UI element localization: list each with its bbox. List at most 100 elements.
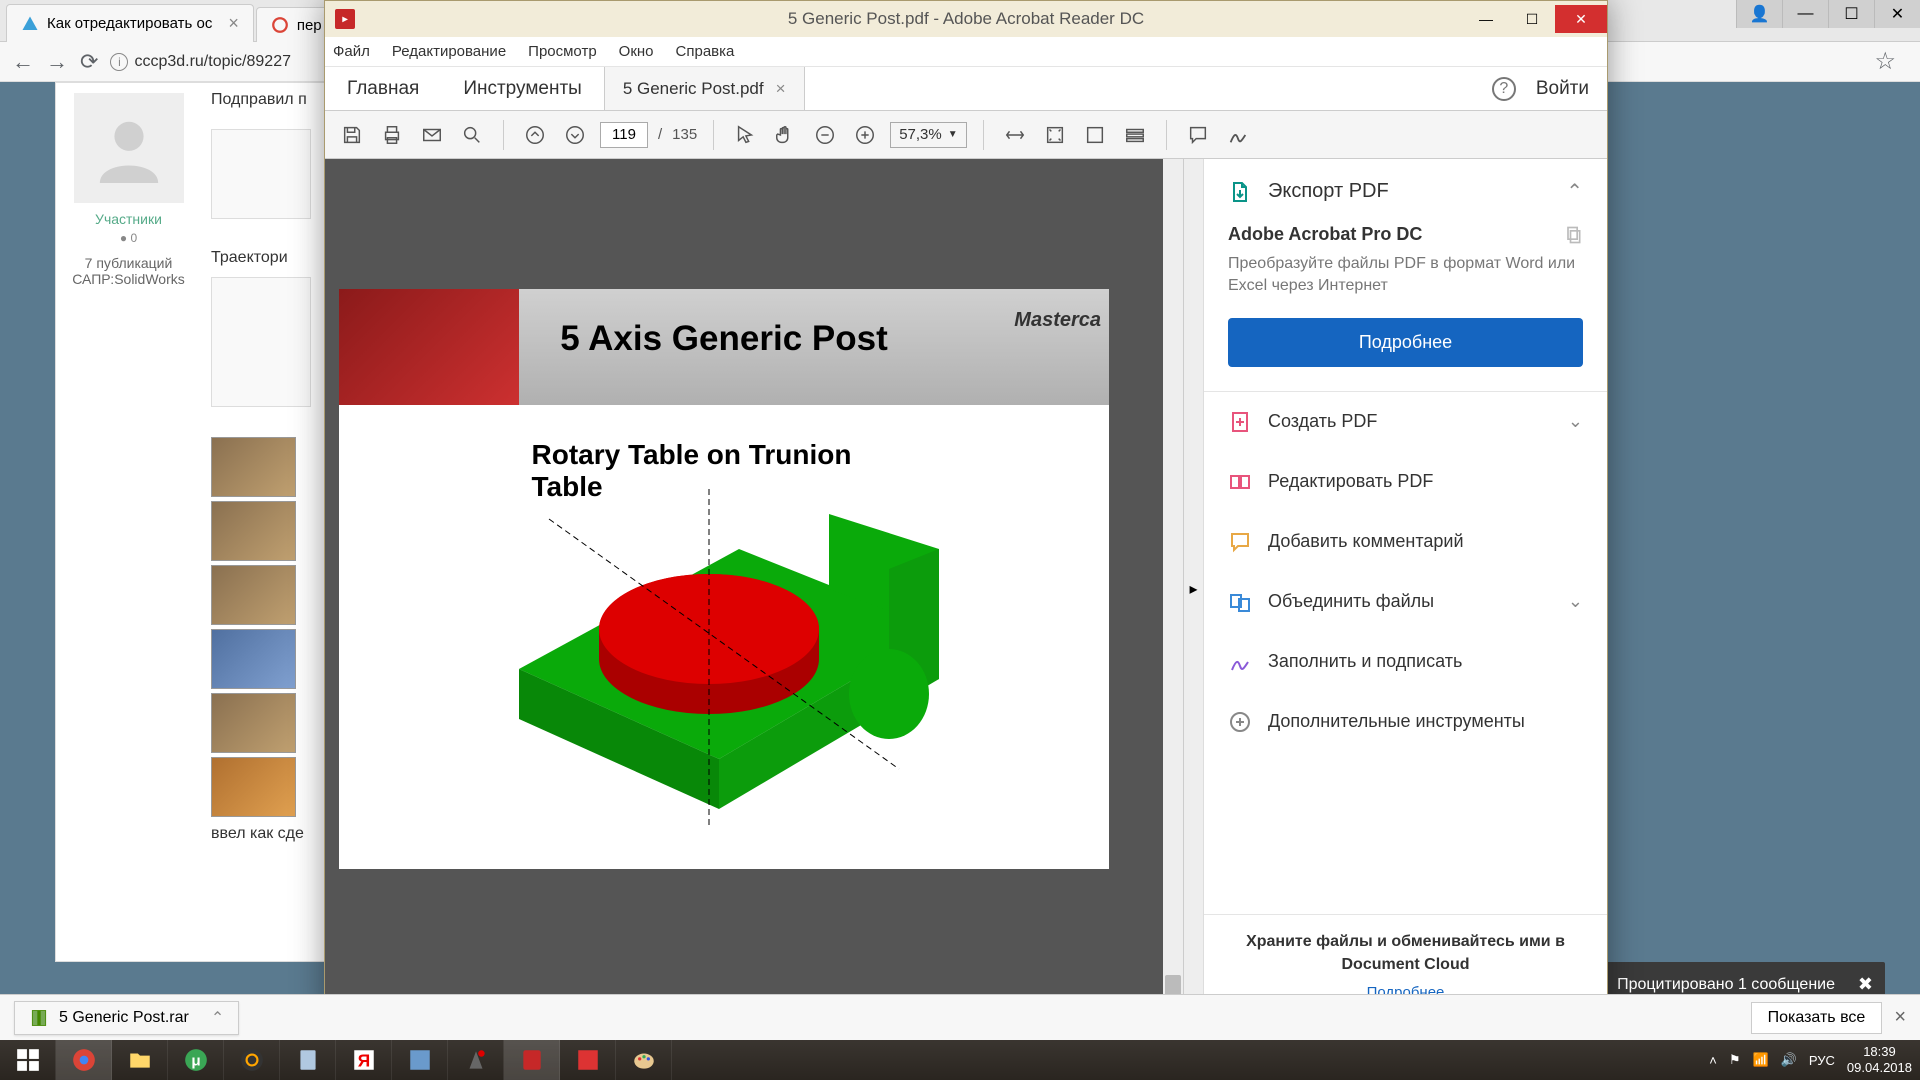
menu-view[interactable]: Просмотр: [528, 43, 597, 60]
page-number-input[interactable]: [600, 122, 648, 148]
email-icon[interactable]: [417, 120, 447, 150]
search-icon[interactable]: [457, 120, 487, 150]
tray-network-icon[interactable]: 📶: [1753, 1052, 1769, 1068]
list-item[interactable]: [211, 565, 296, 625]
hand-tool-icon[interactable]: [770, 120, 800, 150]
read-mode-icon[interactable]: [1120, 120, 1150, 150]
maximize-icon[interactable]: ☐: [1509, 5, 1555, 33]
sign-in-link[interactable]: Войти: [1536, 78, 1589, 100]
taskbar-explorer[interactable]: [112, 1040, 168, 1080]
minimize-icon[interactable]: —: [1782, 0, 1828, 28]
tray-volume-icon[interactable]: 🔊: [1781, 1052, 1797, 1068]
bookmark-star-icon[interactable]: ☆: [1874, 47, 1896, 76]
tool-fill-sign[interactable]: Заполнить и подписать: [1204, 632, 1607, 692]
show-all-downloads-button[interactable]: Показать все: [1751, 1002, 1883, 1034]
taskbar-calculator[interactable]: [280, 1040, 336, 1080]
help-icon[interactable]: ?: [1492, 77, 1516, 101]
tool-edit-pdf[interactable]: Редактировать PDF: [1204, 452, 1607, 512]
menu-window[interactable]: Окно: [619, 43, 654, 60]
tab-home[interactable]: Главная: [325, 67, 441, 110]
tray-lang[interactable]: РУС: [1809, 1053, 1835, 1068]
minimize-icon[interactable]: —: [1463, 5, 1509, 33]
list-item[interactable]: [211, 693, 296, 753]
tray-date: 09.04.2018: [1847, 1060, 1912, 1076]
sign-icon[interactable]: [1223, 120, 1253, 150]
window-title: 5 Generic Post.pdf - Adobe Acrobat Reade…: [788, 9, 1144, 29]
browser-tab-forum[interactable]: Как отредактировать ос ×: [6, 4, 254, 42]
close-icon[interactable]: ✕: [1555, 5, 1607, 33]
list-item[interactable]: [211, 629, 296, 689]
tool-label: Объединить файлы: [1268, 591, 1434, 612]
page-up-icon[interactable]: [520, 120, 550, 150]
close-icon[interactable]: ×: [1894, 1006, 1906, 1029]
tool-more[interactable]: Дополнительные инструменты: [1204, 692, 1607, 752]
taskbar-mastercam[interactable]: [448, 1040, 504, 1080]
start-button[interactable]: [0, 1040, 56, 1080]
acrobat-titlebar[interactable]: ▸ 5 Generic Post.pdf - Adobe Acrobat Rea…: [325, 1, 1607, 37]
print-icon[interactable]: [377, 120, 407, 150]
acrobat-tabbar: Главная Инструменты 5 Generic Post.pdf ×…: [325, 67, 1607, 111]
page-header-banner: 5 Axis Generic Post Masterca: [339, 289, 1109, 405]
fit-width-icon[interactable]: [1000, 120, 1030, 150]
pane-collapse-handle[interactable]: ▸: [1183, 159, 1203, 1019]
tray-clock[interactable]: 18:39 09.04.2018: [1847, 1044, 1912, 1075]
comment-icon[interactable]: [1183, 120, 1213, 150]
taskbar-paint[interactable]: [616, 1040, 672, 1080]
tool-create-pdf[interactable]: Создать PDF ⌄: [1204, 392, 1607, 452]
export-pdf-section[interactable]: Экспорт PDF ⌃: [1204, 159, 1607, 224]
tools-right-pane: Экспорт PDF ⌃ Adobe Acrobat Pro DC Преоб…: [1203, 159, 1607, 1017]
tray-chevron-icon[interactable]: ˄: [1709, 1053, 1717, 1068]
user-icon[interactable]: 👤: [1736, 0, 1782, 28]
taskbar-chrome[interactable]: [56, 1040, 112, 1080]
forward-icon[interactable]: →: [46, 49, 68, 75]
acrobat-toolbar: / 135 57,3% ▼: [325, 111, 1607, 159]
page-title: 5 Axis Generic Post: [560, 319, 887, 359]
close-icon[interactable]: ✕: [1874, 0, 1920, 28]
system-tray: ˄ ⚑ 📶 🔊 РУС 18:39 09.04.2018: [1701, 1044, 1920, 1075]
taskbar-app-blue[interactable]: [392, 1040, 448, 1080]
tool-label: Дополнительные инструменты: [1268, 711, 1525, 732]
fullscreen-icon[interactable]: [1080, 120, 1110, 150]
tray-flag-icon[interactable]: ⚑: [1729, 1052, 1741, 1068]
tool-comment[interactable]: Добавить комментарий: [1204, 512, 1607, 572]
document-viewport[interactable]: 5 Axis Generic Post Masterca Rotary Tabl…: [325, 159, 1183, 1017]
chevron-up-icon[interactable]: ⌃: [211, 1008, 224, 1028]
tab-tools[interactable]: Инструменты: [441, 67, 603, 110]
list-item[interactable]: [211, 437, 296, 497]
acrobat-window: ▸ 5 Generic Post.pdf - Adobe Acrobat Rea…: [324, 0, 1608, 1018]
address-bar[interactable]: i cccp3d.ru/topic/89227: [110, 53, 320, 71]
taskbar-app-orange[interactable]: [224, 1040, 280, 1080]
fit-page-icon[interactable]: [1040, 120, 1070, 150]
download-item[interactable]: 5 Generic Post.rar ⌃: [14, 1001, 239, 1035]
taskbar-acrobat[interactable]: [504, 1040, 560, 1080]
maximize-icon[interactable]: ☐: [1828, 0, 1874, 28]
tool-combine[interactable]: Объединить файлы ⌄: [1204, 572, 1607, 632]
taskbar-app-red-grid[interactable]: [560, 1040, 616, 1080]
learn-more-button[interactable]: Подробнее: [1228, 318, 1583, 367]
menu-help[interactable]: Справка: [676, 43, 735, 60]
tab-document[interactable]: 5 Generic Post.pdf ×: [604, 67, 805, 110]
back-icon[interactable]: ←: [12, 49, 34, 75]
zoom-out-icon[interactable]: [810, 120, 840, 150]
taskbar-yandex[interactable]: Я: [336, 1040, 392, 1080]
select-tool-icon[interactable]: [730, 120, 760, 150]
menu-edit[interactable]: Редактирование: [392, 43, 506, 60]
close-icon[interactable]: ×: [776, 79, 786, 99]
list-item[interactable]: [211, 757, 296, 817]
page-down-icon[interactable]: [560, 120, 590, 150]
save-icon[interactable]: [337, 120, 367, 150]
site-info-icon[interactable]: i: [110, 53, 128, 71]
taskbar-utorrent[interactable]: μ: [168, 1040, 224, 1080]
list-item[interactable]: [211, 501, 296, 561]
zoom-in-icon[interactable]: [850, 120, 880, 150]
footer-text: Храните файлы и обменивайтесь ими в Docu…: [1220, 931, 1591, 976]
archive-icon: [29, 1008, 49, 1028]
user-software: САПР:SolidWorks: [66, 271, 191, 287]
zoom-select[interactable]: 57,3% ▼: [890, 122, 966, 148]
reload-icon[interactable]: ⟳: [80, 49, 98, 75]
menu-file[interactable]: Файл: [333, 43, 370, 60]
forum-user-column: Участники ● 0 7 публикаций САПР:SolidWor…: [56, 83, 201, 297]
vertical-scrollbar[interactable]: [1163, 159, 1183, 1017]
close-icon[interactable]: ✖: [1858, 974, 1873, 995]
close-icon[interactable]: ×: [228, 13, 239, 34]
